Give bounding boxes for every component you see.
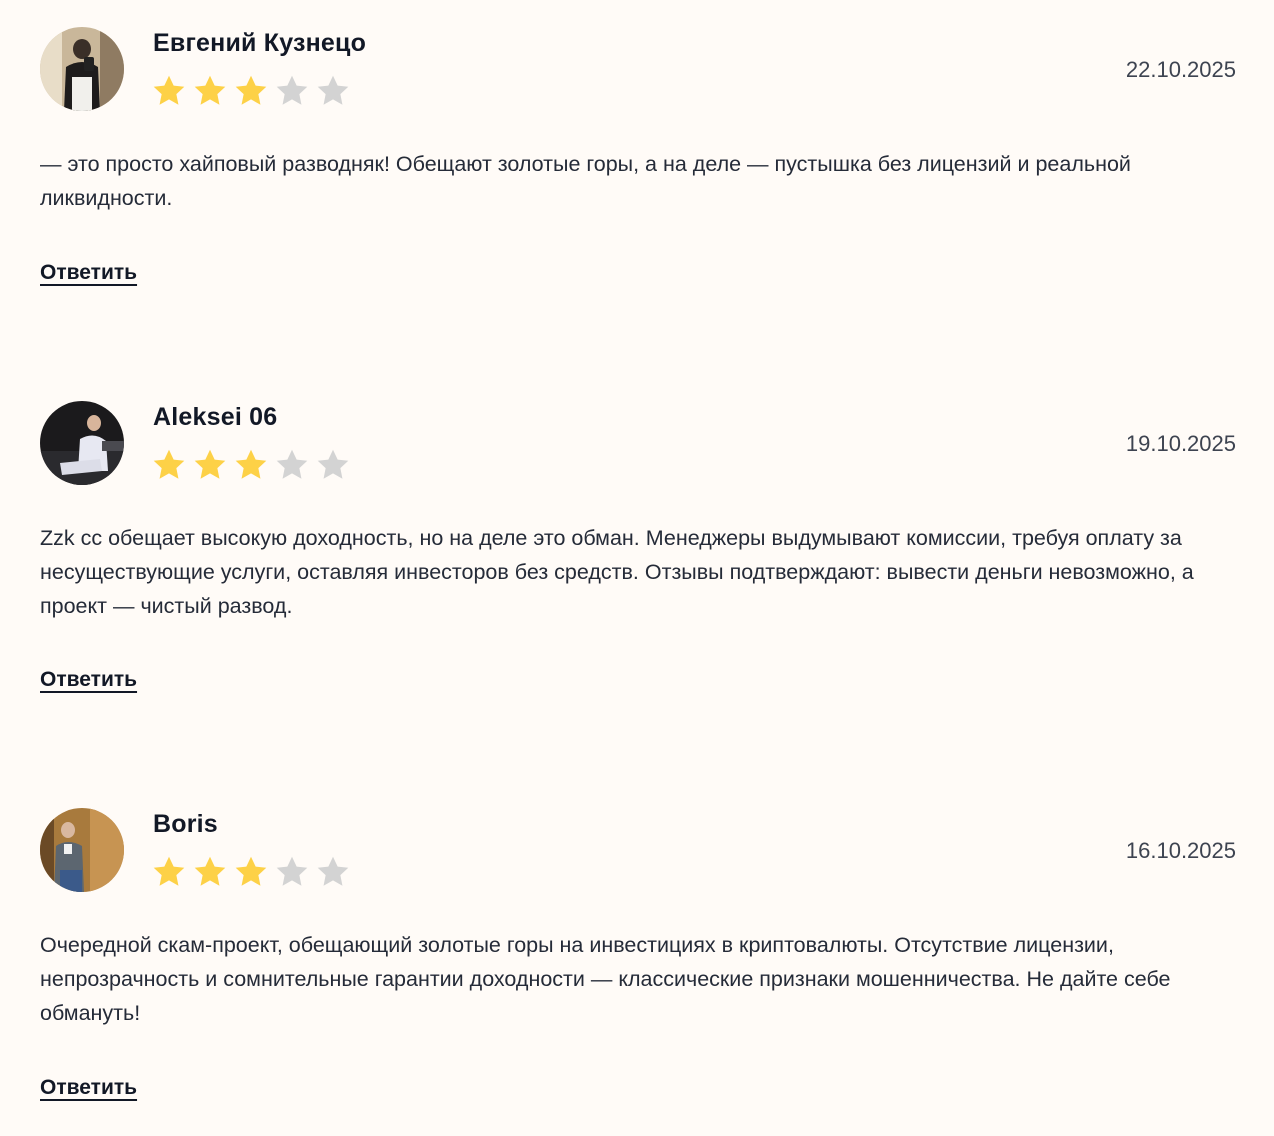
star-empty-icon [276,856,308,886]
star-empty-icon [317,75,349,105]
star-rating [151,73,351,109]
reply-link[interactable]: Ответить [40,261,137,285]
review-text: Zzk cc обещает высокую доходность, но на… [40,526,1194,618]
star-filled-icon [153,75,185,105]
reply-link[interactable]: Ответить [40,1076,137,1100]
review-date: 19.10.2025 [1125,431,1236,456]
avatar-photo [40,401,124,485]
review-date: 16.10.2025 [1125,838,1236,863]
star-rating [151,447,351,483]
star-filled-icon [235,75,267,105]
avatar-photo [40,27,124,111]
review-text: — это просто хайповый разводняк! Обещают… [40,152,1131,210]
star-filled-icon [194,449,226,479]
star-filled-icon [153,856,185,886]
review-author: Boris [153,810,218,838]
star-filled-icon [235,449,267,479]
star-filled-icon [235,856,267,886]
review-text: Очередной скам-проект, обещающий золотые… [40,933,1171,1025]
star-filled-icon [194,75,226,105]
avatar [40,27,124,111]
review-author: Евгений Кузнецо [153,29,367,57]
star-empty-icon [317,449,349,479]
star-filled-icon [194,856,226,886]
star-empty-icon [317,856,349,886]
review-author: Aleksei 06 [153,403,278,431]
star-filled-icon [153,449,185,479]
star-rating [151,854,351,890]
avatar [40,808,124,892]
reply-link[interactable]: Ответить [40,668,137,692]
star-empty-icon [276,75,308,105]
avatar-photo [40,808,124,892]
star-empty-icon [276,449,308,479]
review-date: 22.10.2025 [1125,57,1236,82]
avatar [40,401,124,485]
